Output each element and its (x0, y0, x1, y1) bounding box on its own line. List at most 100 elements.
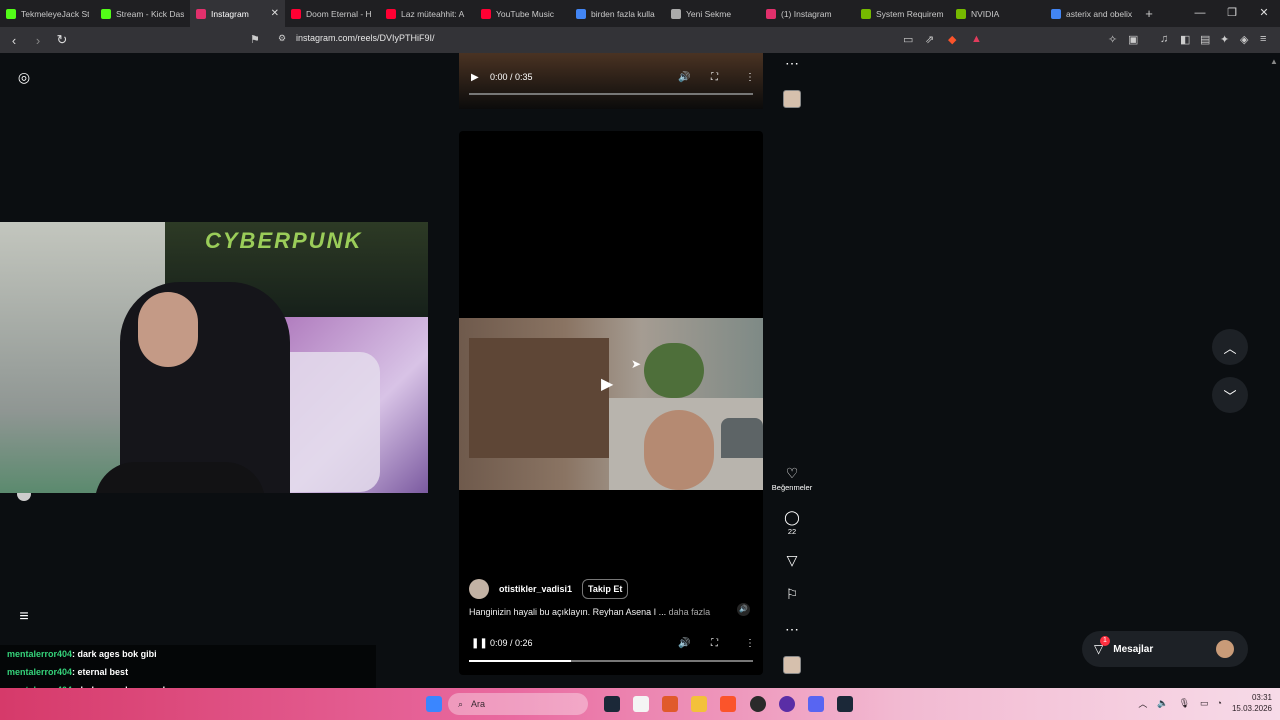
sidebar-icon[interactable]: ◧ (1180, 33, 1190, 46)
file-explorer-icon[interactable] (691, 696, 707, 712)
follow-button[interactable]: Takip Et (582, 579, 629, 599)
more-options-icon[interactable]: ⋮ (745, 638, 755, 649)
scroll-down-button[interactable]: ﹀ (1212, 377, 1248, 413)
previous-reel-progress[interactable] (469, 93, 753, 95)
browser-tab[interactable]: Stream - Kick Das (95, 0, 190, 27)
browser-tab[interactable]: Laz müteahhit: A (380, 0, 475, 27)
tab-favicon-icon (386, 8, 396, 19)
browser-tab[interactable]: TekmeleyeJack Str (0, 0, 95, 27)
mute-icon[interactable]: 🔊 (737, 603, 750, 616)
brave-browser-icon[interactable] (720, 696, 736, 712)
scrollbar-arrow-icon[interactable]: ▲ (1270, 57, 1278, 66)
previous-reel[interactable]: ▶ 0:00 / 0:35 🔊 ⛶ ⋮ (459, 53, 763, 109)
back-icon[interactable]: ‹ (4, 33, 24, 48)
brave-shield-icon[interactable]: ◆ (948, 33, 956, 46)
more-button[interactable]: ⋯ (770, 621, 814, 637)
progress-fill (469, 660, 572, 662)
new-tab-icon[interactable]: + (1140, 6, 1158, 21)
restore-icon[interactable]: ❐ (1216, 0, 1248, 27)
vpn-icon[interactable]: ◈ (1240, 33, 1248, 46)
browser-tab[interactable]: Yeni Sekme (665, 0, 760, 27)
browser-tab[interactable]: Instagram ✕ (190, 0, 285, 27)
browser-tab[interactable]: System Requirem (855, 0, 950, 27)
tab-label: YouTube Music (496, 8, 554, 19)
close-window-icon[interactable]: ✕ (1248, 0, 1280, 27)
app-icon[interactable] (779, 696, 795, 712)
wifi-icon[interactable]: ◔ (1217, 698, 1222, 708)
audio-thumbnail[interactable] (783, 90, 801, 108)
reload-icon[interactable]: ↻ (52, 32, 72, 48)
close-tab-icon[interactable]: ✕ (271, 8, 279, 19)
tab-favicon-icon (576, 8, 586, 19)
pause-icon[interactable]: ❚❚ (471, 638, 488, 649)
reel-progress[interactable] (469, 660, 753, 662)
tray-chevron-icon[interactable]: ︿ (1138, 697, 1147, 710)
browser-tab[interactable]: asterix and obelix (1045, 0, 1140, 27)
game-launcher-icon[interactable] (662, 696, 678, 712)
scroll-up-button[interactable]: ︿ (1212, 329, 1248, 365)
current-reel[interactable]: ▶ otistikler_vadisi1 Takip Et Hanginizin… (459, 131, 763, 675)
caption-text: Hanginizin hayali bu açıklayın. Reyhan A… (469, 607, 667, 617)
more-menu-icon[interactable]: ≡ (16, 608, 32, 625)
author-name[interactable]: otistikler_vadisi1 (499, 584, 572, 594)
leo-ai-icon[interactable]: ✦ (1220, 33, 1229, 46)
obs-icon[interactable] (750, 696, 766, 712)
fullscreen-icon[interactable]: ⛶ (711, 72, 718, 83)
streamer-head (138, 292, 198, 367)
chat-username[interactable]: mentalerror404 (7, 667, 72, 677)
wallet-icon[interactable]: ▤ (1200, 33, 1210, 46)
browser-tab[interactable]: YouTube Music (475, 0, 570, 27)
volume-icon[interactable]: 🔊 (678, 638, 690, 649)
browser-tab[interactable]: (1) Instagram (760, 0, 855, 27)
menu-icon[interactable]: ≡ (1260, 33, 1266, 45)
store-icon[interactable] (633, 696, 649, 712)
save-button[interactable]: ⚐ (770, 586, 814, 602)
chat-text: : eternal best (72, 667, 129, 677)
forward-icon[interactable]: › (28, 33, 48, 48)
site-info-icon[interactable]: ⚙ (278, 33, 286, 44)
tab-favicon-icon (6, 8, 16, 19)
share-button[interactable]: ▽ (770, 552, 814, 568)
browser-tab[interactable]: birden fazla kulla (570, 0, 665, 27)
speaker-icon[interactable]: 🔈 (1157, 698, 1168, 709)
network-icon[interactable]: ▭ (1200, 698, 1209, 709)
cast-icon[interactable]: ▭ (903, 33, 913, 46)
steam-icon[interactable] (837, 696, 853, 712)
music-icon[interactable]: ♫ (1160, 33, 1168, 45)
minimize-icon[interactable]: — (1184, 0, 1216, 27)
discord-icon[interactable] (808, 696, 824, 712)
taskbar-search[interactable]: ⌕ Ara (448, 693, 588, 715)
more-link[interactable]: daha fazla (669, 607, 711, 617)
messenger-icon: ▽ 1 (1094, 636, 1110, 656)
start-icon[interactable] (426, 696, 442, 712)
bookmark-icon[interactable]: ⚑ (250, 33, 260, 46)
address-input[interactable]: instagram.com/reels/DVIyPTHiF9I/ (296, 33, 435, 43)
messages-button[interactable]: ▽ 1 Mesajlar (1082, 631, 1248, 667)
audio-thumbnail[interactable] (783, 656, 801, 674)
like-button[interactable]: ♡ Beğenmeler (770, 465, 814, 492)
brave-rewards-icon[interactable]: ▲ (971, 33, 982, 45)
clock[interactable]: 03:31 15.03.2026 (1232, 692, 1272, 714)
browser-tab[interactable]: Doom Eternal - H (285, 0, 380, 27)
play-icon[interactable]: ▶ (471, 72, 479, 83)
screenshot-icon[interactable]: ▣ (1128, 33, 1138, 46)
top-more-button[interactable]: ⋯ (770, 55, 814, 71)
tab-label: Doom Eternal - H (306, 8, 372, 19)
fullscreen-icon[interactable]: ⛶ (711, 638, 718, 649)
instagram-logo-icon[interactable]: ◎ (16, 69, 32, 85)
more-options-icon[interactable]: ⋮ (745, 72, 755, 83)
extensions-icon[interactable]: ✧ (1108, 33, 1117, 46)
author-avatar[interactable] (469, 579, 489, 599)
chat-username[interactable]: mentalerror404 (7, 649, 72, 659)
big-play-icon[interactable]: ▶ (601, 374, 623, 396)
comment-button[interactable]: ◯ 22 (770, 509, 814, 536)
reel-caption: Hanginizin hayali bu açıklayın. Reyhan A… (469, 607, 710, 617)
steam-icon[interactable] (604, 696, 620, 712)
url-bar: ‹ › ↻ ⚑ ⚙ instagram.com/reels/DVIyPTHiF9… (0, 27, 1280, 53)
microphone-icon[interactable]: 🎙 (1179, 698, 1190, 709)
messages-badge: 1 (1100, 636, 1110, 646)
share-icon[interactable]: ⇗ (925, 33, 934, 46)
browser-tab[interactable]: NVIDIA (950, 0, 1045, 27)
reel-video-frame[interactable] (459, 318, 763, 490)
volume-icon[interactable]: 🔊 (678, 72, 690, 83)
